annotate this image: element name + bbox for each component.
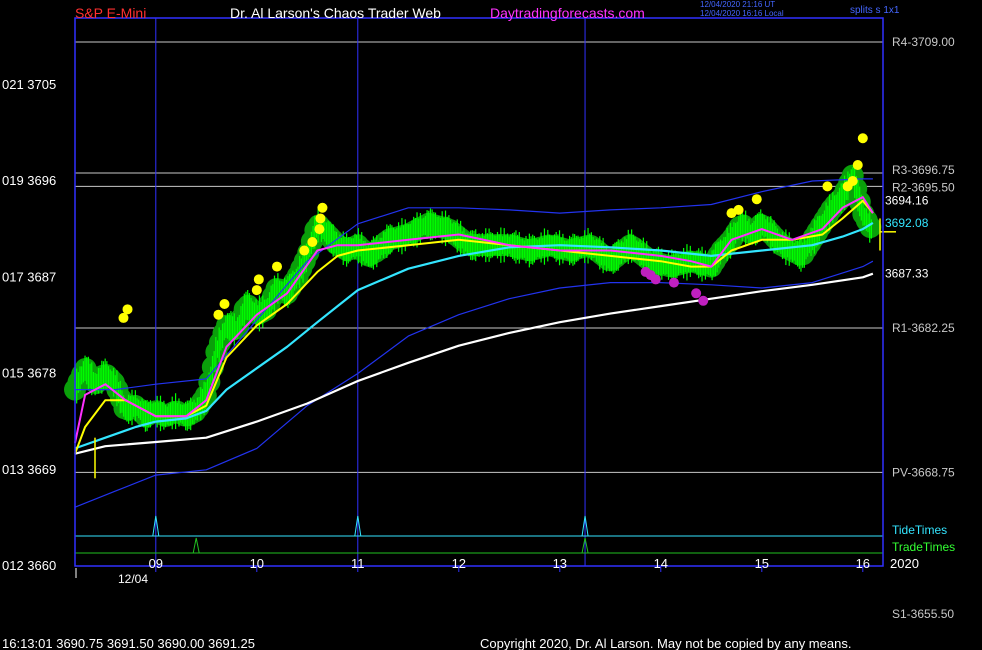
timestamp-local: 12/04/2020 16:16 Local bbox=[700, 9, 784, 18]
x-tick-label: 10 bbox=[250, 556, 264, 571]
magenta-dot bbox=[668, 277, 679, 288]
trade-spike bbox=[192, 537, 200, 554]
magenta-dot bbox=[691, 288, 702, 299]
x-tick-label: 15 bbox=[755, 556, 769, 571]
level-label: R3-3696.75 bbox=[892, 163, 955, 177]
x-tick-label: 16 bbox=[856, 556, 870, 571]
magenta-dot bbox=[650, 274, 661, 285]
yellow-dot bbox=[733, 204, 744, 215]
level-label: R4-3709.00 bbox=[892, 35, 955, 49]
x-tick-label: 11 bbox=[351, 556, 365, 571]
yellow-dot bbox=[315, 213, 326, 224]
x-tick-label: 13 bbox=[553, 556, 567, 571]
instrument-label: S&P E-Mini bbox=[75, 5, 147, 21]
site-link[interactable]: Daytradingforecasts.com bbox=[490, 6, 645, 20]
yellow-dot bbox=[314, 224, 325, 235]
timestamp-ut: 12/04/2020 21:16 UT bbox=[700, 0, 776, 9]
y-tick-label: 019 3696 bbox=[2, 173, 56, 188]
yellow-dot bbox=[299, 245, 310, 256]
value-label: 3692.08 bbox=[885, 216, 929, 230]
magenta-dot bbox=[698, 295, 709, 306]
y-tick-label: 013 3669 bbox=[2, 462, 56, 477]
tide-times-label: TideTimes bbox=[892, 523, 948, 537]
trade-times-label: TradeTimes bbox=[892, 540, 956, 554]
yellow-dot bbox=[847, 176, 858, 187]
year-label: 2020 bbox=[890, 556, 919, 571]
level-label: PV-3668.75 bbox=[892, 465, 955, 479]
yellow-dot bbox=[307, 236, 318, 247]
yellow-dot bbox=[822, 181, 833, 192]
yellow-dot bbox=[118, 312, 129, 323]
yellow-dot bbox=[317, 202, 328, 213]
yellow-dot bbox=[213, 309, 224, 320]
series-line-ema-white bbox=[74, 272, 874, 455]
date-label: 12/04 bbox=[118, 572, 149, 586]
page-title: Dr. Al Larson's Chaos Trader Web bbox=[230, 5, 441, 21]
yellow-dot bbox=[219, 299, 230, 309]
yellow-dot bbox=[852, 159, 863, 170]
yellow-dot bbox=[857, 133, 868, 144]
y-tick-label: 021 3705 bbox=[2, 77, 56, 92]
value-label: 3687.33 bbox=[885, 267, 929, 281]
level-label: R1-3682.25 bbox=[892, 321, 955, 335]
series-line-band-lower bbox=[74, 260, 874, 508]
y-tick-label: 017 3687 bbox=[2, 269, 56, 284]
yellow-dot bbox=[751, 194, 762, 205]
x-tick-label: 14 bbox=[654, 556, 668, 571]
x-tick-label: 09 bbox=[149, 556, 163, 571]
yellow-dot bbox=[251, 285, 262, 296]
chart-window: R4-3709.00 R3-3696.75 R2-3695.50 R1-3682.25… bbox=[0, 0, 982, 650]
value-label: 3694.16 bbox=[885, 194, 929, 208]
chart-canvas: R4-3709.00 R3-3696.75 R2-3695.50 R1-3682.25… bbox=[2, 17, 955, 621]
y-tick-label: 015 3678 bbox=[2, 366, 56, 381]
x-tick-label: 12 bbox=[452, 556, 466, 571]
yellow-dot bbox=[253, 274, 264, 285]
yellow-dot bbox=[272, 261, 282, 272]
y-tick-label: 012 3660 bbox=[2, 558, 56, 573]
series-line-band-upper bbox=[75, 178, 873, 391]
quote-readout: 16:13:01 3690.75 3691.50 3690.00 3691.25 bbox=[2, 636, 256, 650]
splits-label: splits s 1x1 bbox=[850, 5, 900, 16]
level-label: R2-3695.50 bbox=[892, 180, 955, 194]
level-label: S1-3655.50 bbox=[892, 607, 954, 621]
yellow-dot bbox=[122, 304, 133, 315]
copyright-notice: Copyright 2020, Dr. Al Larson. May not b… bbox=[480, 636, 852, 650]
